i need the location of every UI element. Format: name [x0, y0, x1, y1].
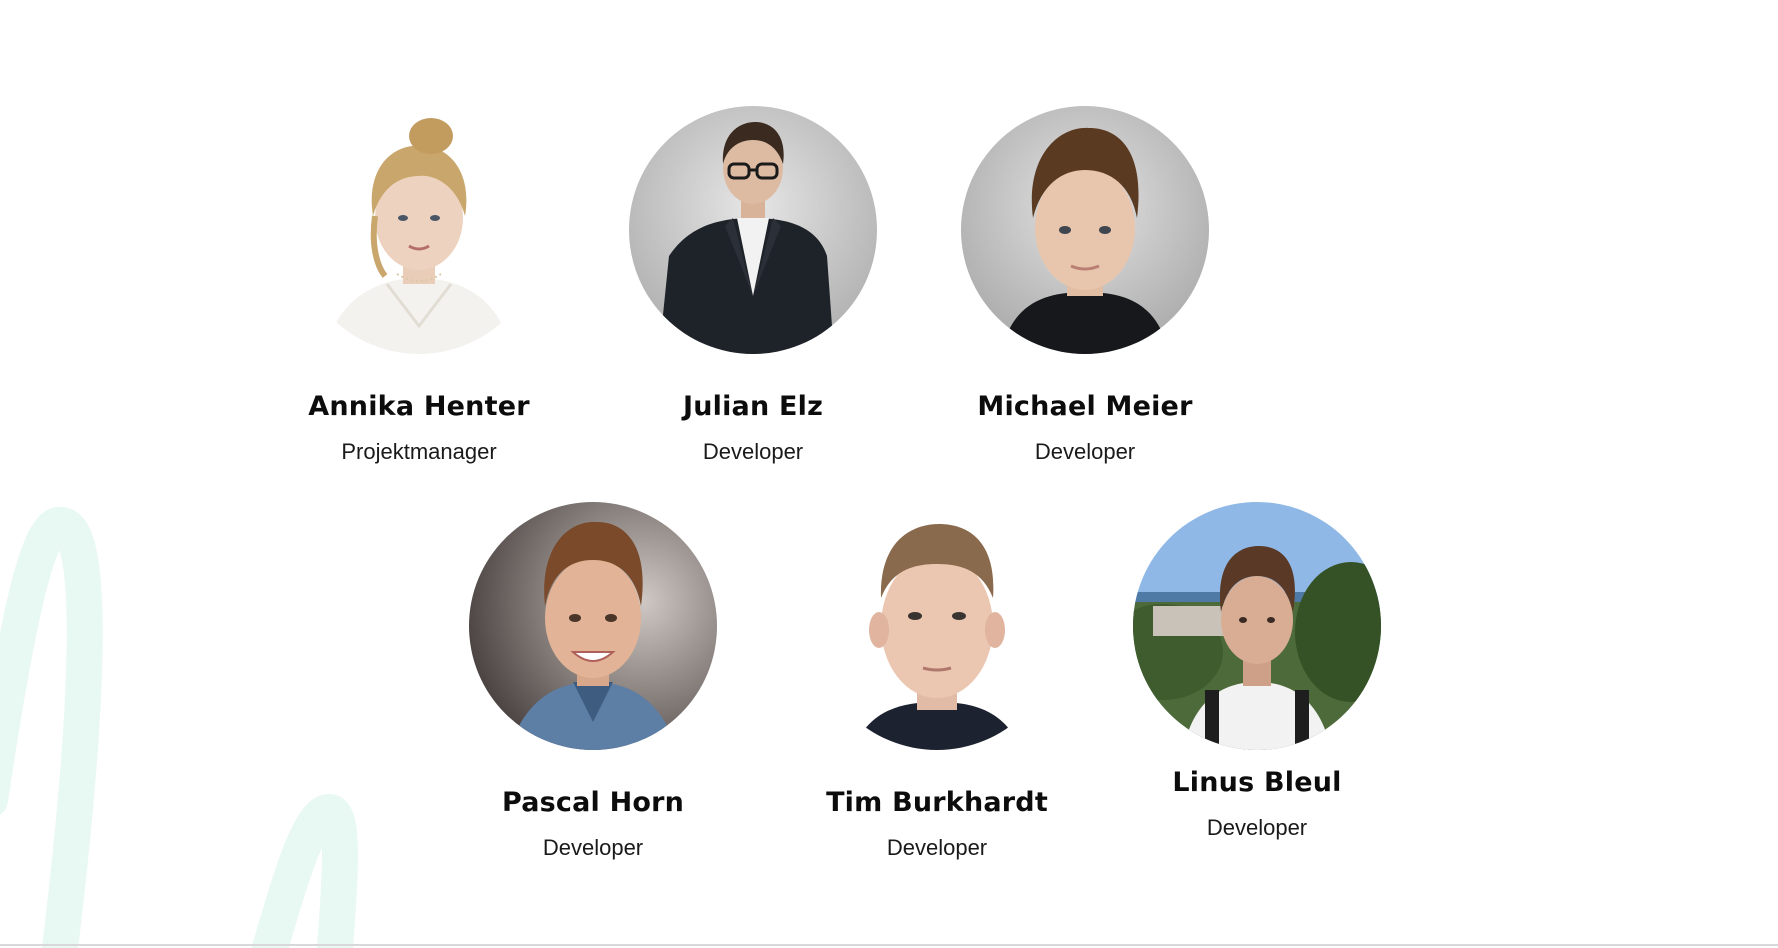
- avatar: [629, 106, 877, 354]
- bottom-divider: [0, 944, 1778, 946]
- team-member-card: Tim Burkhardt Developer: [797, 502, 1077, 862]
- member-role: Projektmanager: [341, 439, 497, 464]
- avatar: [1133, 502, 1381, 750]
- team-member-card: Michael Meier Developer: [945, 106, 1225, 466]
- team-member-card: Linus Bleul Developer: [1117, 502, 1397, 842]
- team-page: Annika Henter Projektmanager Julian Elz …: [0, 0, 1778, 948]
- avatar: [469, 502, 717, 750]
- member-name: Michael Meier: [977, 391, 1193, 422]
- team-member-card: Pascal Horn Developer: [453, 502, 733, 862]
- member-role: Developer: [886, 835, 988, 860]
- member-name: Julian Elz: [682, 391, 824, 422]
- member-name: Annika Henter: [308, 391, 530, 422]
- avatar: [961, 106, 1209, 354]
- member-role: Developer: [542, 835, 644, 860]
- member-role: Developer: [702, 439, 804, 464]
- member-name: Tim Burkhardt: [826, 787, 1048, 818]
- team-member-card: Julian Elz Developer: [613, 106, 893, 466]
- avatar: [813, 502, 1061, 750]
- member-role: Developer: [1034, 439, 1136, 464]
- member-role: Developer: [1206, 815, 1308, 840]
- avatar: [295, 106, 543, 354]
- member-name: Pascal Horn: [501, 787, 685, 818]
- member-name: Linus Bleul: [1172, 767, 1342, 798]
- team-member-card: Annika Henter Projektmanager: [279, 106, 559, 466]
